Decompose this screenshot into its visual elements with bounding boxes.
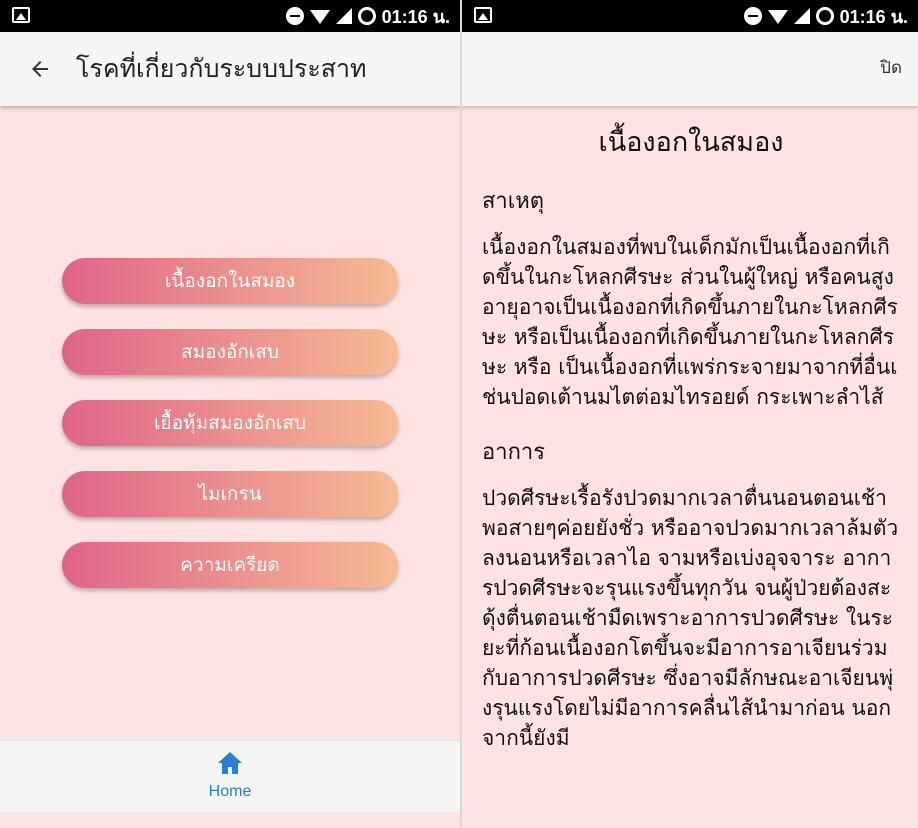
menu-button-stress[interactable]: ความเครียด	[62, 542, 398, 588]
back-arrow-icon[interactable]	[28, 57, 52, 81]
page-title: โรคที่เกี่ยวกับระบบประสาท	[76, 54, 367, 83]
status-time: 01:16 น.	[381, 6, 450, 27]
article-title: เนื้องอกในสมอง	[598, 127, 784, 158]
app-bar: โรคที่เกี่ยวกับระบบประสาท	[0, 32, 460, 106]
section-body-symptoms: ปวดศีรษะเรื้อรังปวดมากเวลาตื่นนอนตอนเช้า…	[482, 486, 899, 750]
battery-icon	[815, 7, 834, 25]
menu-button-migraine[interactable]: ไมเกรน	[62, 471, 398, 517]
article-content: เนื้องอกในสมอง สาเหตุ เนื้องอกในสมองที่พ…	[462, 106, 918, 828]
battery-icon	[357, 7, 376, 25]
section-body-cause: เนื้องอกในสมองที่พบในเด็กมักเป็นเนื้องอก…	[482, 235, 898, 409]
disease-menu: เนื้องอกในสมอง สมองอักเสบ เยื้อหุ้มสมองอ…	[62, 258, 398, 613]
dialog-app-bar: ปิด	[462, 32, 918, 106]
section-heading-symptoms: อาการ	[482, 440, 546, 465]
do-not-disturb-icon	[285, 7, 304, 25]
signal-icon: ✕	[335, 8, 352, 24]
close-button[interactable]: ปิด	[880, 54, 902, 81]
left-screen: ✕ 01:16 น. โรคที่เกี่ยวกับระบบประสาท เนื…	[0, 0, 460, 828]
nav-home-label: Home	[208, 783, 252, 800]
menu-area: เนื้องอกในสมอง สมองอักเสบ เยื้อหุ้มสมองอ…	[0, 106, 460, 740]
wifi-icon	[767, 10, 788, 24]
wifi-icon	[309, 10, 330, 24]
image-notification-icon	[474, 7, 492, 23]
do-not-disturb-icon	[743, 7, 762, 25]
image-notification-icon	[12, 7, 30, 23]
status-bar-right: ✕ 01:16 น.	[462, 0, 918, 32]
bottom-navigation: Home	[0, 740, 460, 812]
status-bar: ✕ 01:16 น.	[0, 0, 460, 32]
menu-button-meningitis[interactable]: เยื้อหุ้มสมองอักเสบ	[62, 400, 398, 446]
home-icon	[217, 751, 243, 775]
right-screen: ✕ 01:16 น. ปิด เนื้องอกในสมอง สาเหตุ เนื…	[462, 0, 918, 828]
status-time: 01:16 น.	[839, 6, 908, 27]
menu-button-encephalitis[interactable]: สมองอักเสบ	[62, 329, 398, 375]
menu-button-brain-tumor[interactable]: เนื้องอกในสมอง	[62, 258, 398, 304]
nav-item-home[interactable]: Home	[200, 751, 260, 801]
section-heading-cause: สาเหตุ	[482, 189, 545, 214]
signal-icon: ✕	[793, 8, 810, 24]
bottom-strip	[0, 812, 460, 828]
